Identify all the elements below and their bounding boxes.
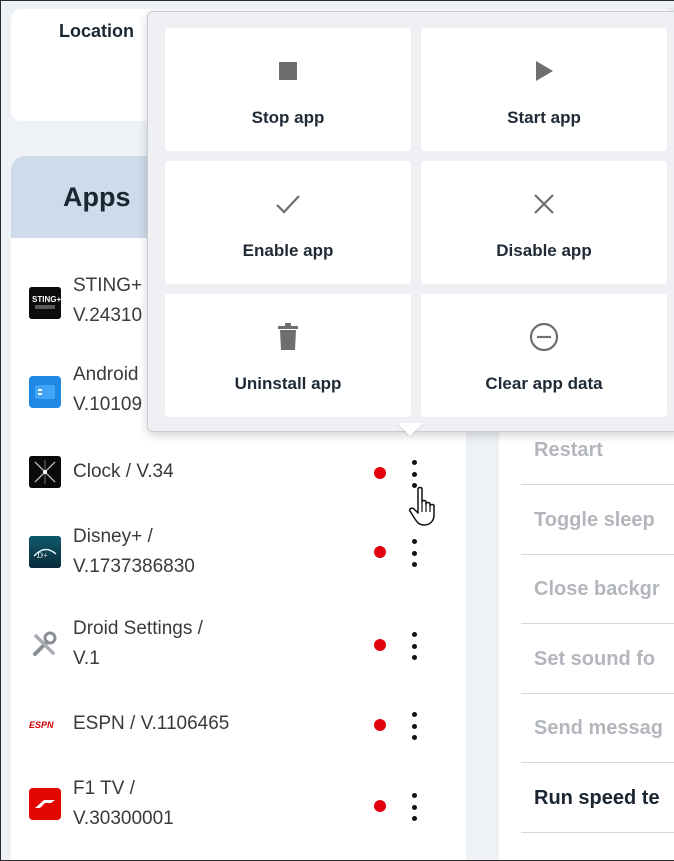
stop-app-label: Stop app xyxy=(251,108,325,127)
disable-app-button[interactable]: Disable app xyxy=(421,161,667,284)
play-icon xyxy=(524,58,564,84)
app-name: Android V.10109 xyxy=(73,364,143,415)
send-message-button[interactable]: Send messag xyxy=(521,694,674,763)
hand-cursor-icon xyxy=(406,485,442,527)
more-options-button[interactable] xyxy=(409,539,419,567)
enable-app-button[interactable]: Enable app xyxy=(165,161,411,284)
disable-app-label: Disable app xyxy=(496,241,592,260)
apps-title: Apps xyxy=(63,182,131,212)
app-name: Clock / V.34 xyxy=(73,461,174,482)
clear-app-data-label: Clear app data xyxy=(485,374,603,393)
clear-app-data-button[interactable]: Clear app data xyxy=(421,294,667,417)
more-options-button[interactable] xyxy=(409,632,419,660)
status-dot xyxy=(374,546,386,558)
sting-plus-icon: STING+ xyxy=(29,287,61,319)
app-name: Disney+ / V.1737386830 xyxy=(73,526,195,577)
status-dot xyxy=(374,639,386,651)
f1-tv-icon xyxy=(29,788,61,820)
stop-app-button[interactable]: Stop app xyxy=(165,28,411,151)
status-dot xyxy=(374,800,386,812)
app-name: STING+ / V.24310 xyxy=(73,275,153,326)
screen-frame: Location Apps STING+ STING+ / V.24310 An… xyxy=(0,0,674,861)
device-actions-panel: Restart Toggle sleep Close backgr Set so… xyxy=(499,381,674,860)
app-actions-popup: Stop app Start app Enable app Disable ap… xyxy=(147,11,674,432)
enable-app-label: Enable app xyxy=(242,241,334,260)
status-dot xyxy=(374,467,386,479)
droid-settings-icon xyxy=(29,628,61,660)
app-row-disney-plus[interactable]: D+ Disney+ / V.1737386830 xyxy=(11,512,466,592)
android-tv-icon xyxy=(29,376,61,408)
uninstall-app-label: Uninstall app xyxy=(234,374,342,393)
uninstall-app-button[interactable]: Uninstall app xyxy=(165,294,411,417)
start-app-button[interactable]: Start app xyxy=(421,28,667,151)
close-background-apps-button[interactable]: Close backgr xyxy=(521,555,674,624)
app-row-clock[interactable]: Clock / V.34 xyxy=(11,432,466,512)
app-name: F1 TV / V.30300001 xyxy=(73,778,174,829)
stop-icon xyxy=(268,58,308,84)
trash-icon xyxy=(268,323,308,350)
svg-text:D+: D+ xyxy=(36,551,48,560)
toggle-sleep-button[interactable]: Toggle sleep xyxy=(521,486,674,555)
app-row-espn[interactable]: ESPN ESPN / V.1106465 xyxy=(11,684,466,764)
location-label: Location xyxy=(59,21,134,41)
disney-plus-icon: D+ xyxy=(29,536,61,568)
popup-pointer xyxy=(397,423,423,436)
status-dot xyxy=(374,719,386,731)
start-app-label: Start app xyxy=(507,108,581,127)
clock-icon xyxy=(29,456,61,488)
app-name: ESPN / V.1106465 xyxy=(73,713,230,734)
espn-icon: ESPN xyxy=(29,708,61,740)
svg-text:ESPN: ESPN xyxy=(29,720,54,730)
more-options-button[interactable] xyxy=(409,712,419,740)
more-options-button[interactable] xyxy=(409,793,419,821)
app-row-f1-tv[interactable]: F1 TV / V.30300001 xyxy=(11,764,466,844)
minus-circle-icon xyxy=(524,322,564,352)
close-icon xyxy=(524,191,564,217)
run-speed-test-button[interactable]: Run speed te xyxy=(521,764,674,833)
svg-text:STING+: STING+ xyxy=(32,295,61,304)
check-icon xyxy=(268,191,308,217)
more-options-button[interactable] xyxy=(409,460,419,488)
app-row-droid-settings[interactable]: Droid Settings / V.1 xyxy=(11,604,466,684)
set-sound-button[interactable]: Set sound fo xyxy=(521,625,674,694)
app-name: Droid Settings / V.1 xyxy=(73,618,203,669)
